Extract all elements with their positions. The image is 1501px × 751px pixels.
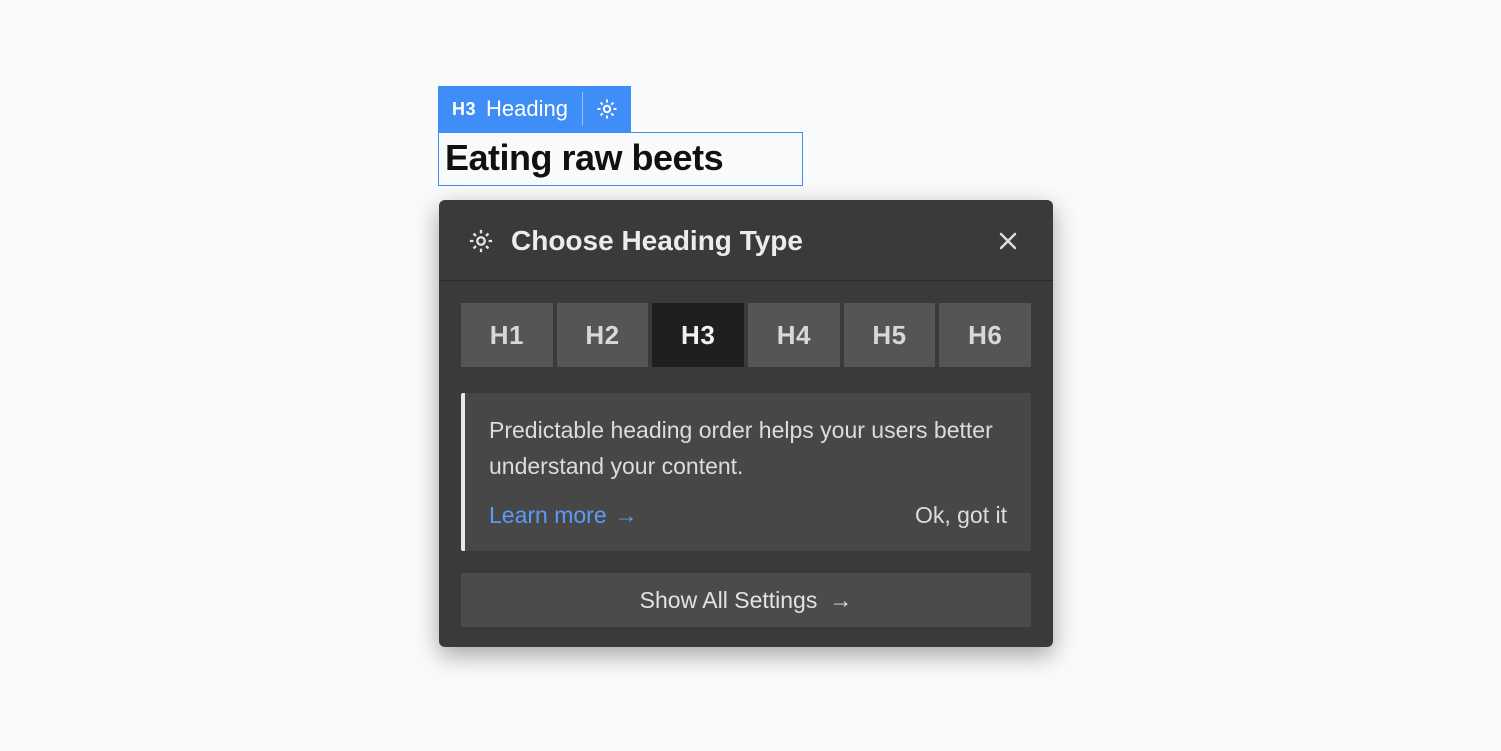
heading-level-options: H1 H2 H3 H4 H5 H6	[461, 303, 1031, 367]
block-type-label: Heading	[486, 96, 568, 122]
gear-icon	[467, 227, 495, 255]
learn-more-link[interactable]: Learn more →	[489, 502, 638, 529]
block-settings-button[interactable]	[583, 86, 631, 132]
show-all-settings-button[interactable]: Show All Settings →	[461, 573, 1031, 627]
close-button[interactable]	[991, 224, 1025, 258]
show-all-label: Show All Settings	[640, 587, 818, 614]
info-actions: Learn more → Ok, got it	[489, 502, 1007, 529]
ok-got-it-button[interactable]: Ok, got it	[915, 502, 1007, 529]
info-text: Predictable heading order helps your use…	[489, 413, 1007, 484]
learn-more-label: Learn more	[489, 502, 607, 529]
close-icon	[996, 229, 1020, 253]
arrow-right-icon: →	[615, 502, 638, 529]
heading-option-h2[interactable]: H2	[557, 303, 649, 367]
heading-option-h6[interactable]: H6	[939, 303, 1031, 367]
block-type-chip[interactable]: H3 Heading	[438, 86, 582, 132]
heading-option-h5[interactable]: H5	[844, 303, 936, 367]
heading-option-h1[interactable]: H1	[461, 303, 553, 367]
heading-block: H3 Heading Eating raw beets	[438, 86, 803, 186]
gear-icon	[595, 97, 619, 121]
heading-option-h4[interactable]: H4	[748, 303, 840, 367]
block-toolbar: H3 Heading	[438, 86, 631, 132]
heading-option-h3[interactable]: H3	[652, 303, 744, 367]
heading-text: Eating raw beets	[445, 137, 794, 179]
heading-text-field[interactable]: Eating raw beets	[438, 132, 803, 186]
popover-title: Choose Heading Type	[511, 225, 975, 257]
info-callout: Predictable heading order helps your use…	[461, 393, 1031, 551]
heading-type-popover: Choose Heading Type H1 H2 H3 H4 H5 H6 Pr…	[439, 200, 1053, 647]
popover-header: Choose Heading Type	[439, 200, 1053, 280]
block-type-icon-label: H3	[452, 99, 476, 120]
arrow-right-icon: →	[829, 587, 852, 614]
popover-body: H1 H2 H3 H4 H5 H6 Predictable heading or…	[439, 281, 1053, 647]
